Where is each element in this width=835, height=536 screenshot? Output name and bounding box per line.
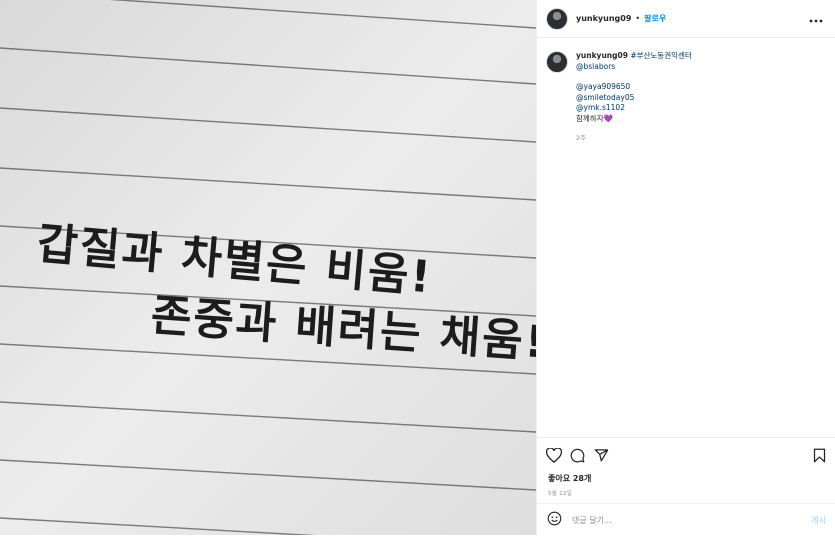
separator-dot: • (635, 14, 641, 23)
post-time-ago: 2주 (576, 134, 587, 142)
post-comment-button[interactable]: 게시 (811, 515, 826, 526)
comment-input[interactable] (570, 514, 812, 526)
caption-avatar[interactable] (546, 51, 568, 73)
mention-link[interactable]: @bslabors (576, 62, 615, 71)
follow-button[interactable]: 팔로우 (644, 13, 666, 24)
post-date[interactable]: 5월 12일 (548, 489, 572, 497)
comment-icon[interactable] (570, 448, 585, 467)
bookmark-icon[interactable] (813, 448, 826, 467)
action-icons (545, 447, 826, 467)
post-sidebar: yunkyung09 • 팔로우 yunkyung09 #부산노동권익센터 @b… (536, 0, 835, 535)
likes-count[interactable]: 좋아요 28개 (548, 473, 591, 484)
together-text: 함께하자 (576, 113, 604, 123)
header-username[interactable]: yunkyung09 (576, 14, 631, 23)
instagram-post: 갑질과 차별은 비움! 존중과 배려는 채움! yunkyung09 • 팔로우… (0, 0, 835, 535)
avatar[interactable] (546, 7, 568, 30)
notebook-paper: 갑질과 차별은 비움! 존중과 배려는 채움! (0, 0, 536, 535)
post-image[interactable]: 갑질과 차별은 비움! 존중과 배려는 채움! (0, 0, 536, 535)
share-icon[interactable] (594, 448, 609, 467)
purple-heart-icon: 💜 (603, 113, 613, 123)
caption-text: yunkyung09 #부산노동권익센터 @bslabors @yaya9096… (576, 51, 692, 144)
actions-area: 좋아요 28개 5월 12일 게시 (537, 437, 835, 536)
comment-bar: 게시 (537, 503, 835, 536)
smile-icon[interactable] (547, 511, 562, 530)
mention-link[interactable]: @smiletoday05 (576, 93, 634, 102)
post-header: yunkyung09 • 팔로우 (537, 0, 835, 38)
mention-link[interactable]: @ymk.s1102 (576, 103, 625, 112)
caption: yunkyung09 #부산노동권익센터 @bslabors @yaya9096… (546, 51, 825, 144)
more-icon[interactable] (809, 12, 823, 26)
mention-link[interactable]: @yaya909650 (576, 82, 630, 91)
hashtag-link[interactable]: #부산노동권익센터 (630, 51, 691, 60)
heart-icon[interactable] (545, 447, 563, 467)
caption-username[interactable]: yunkyung09 (576, 51, 628, 60)
